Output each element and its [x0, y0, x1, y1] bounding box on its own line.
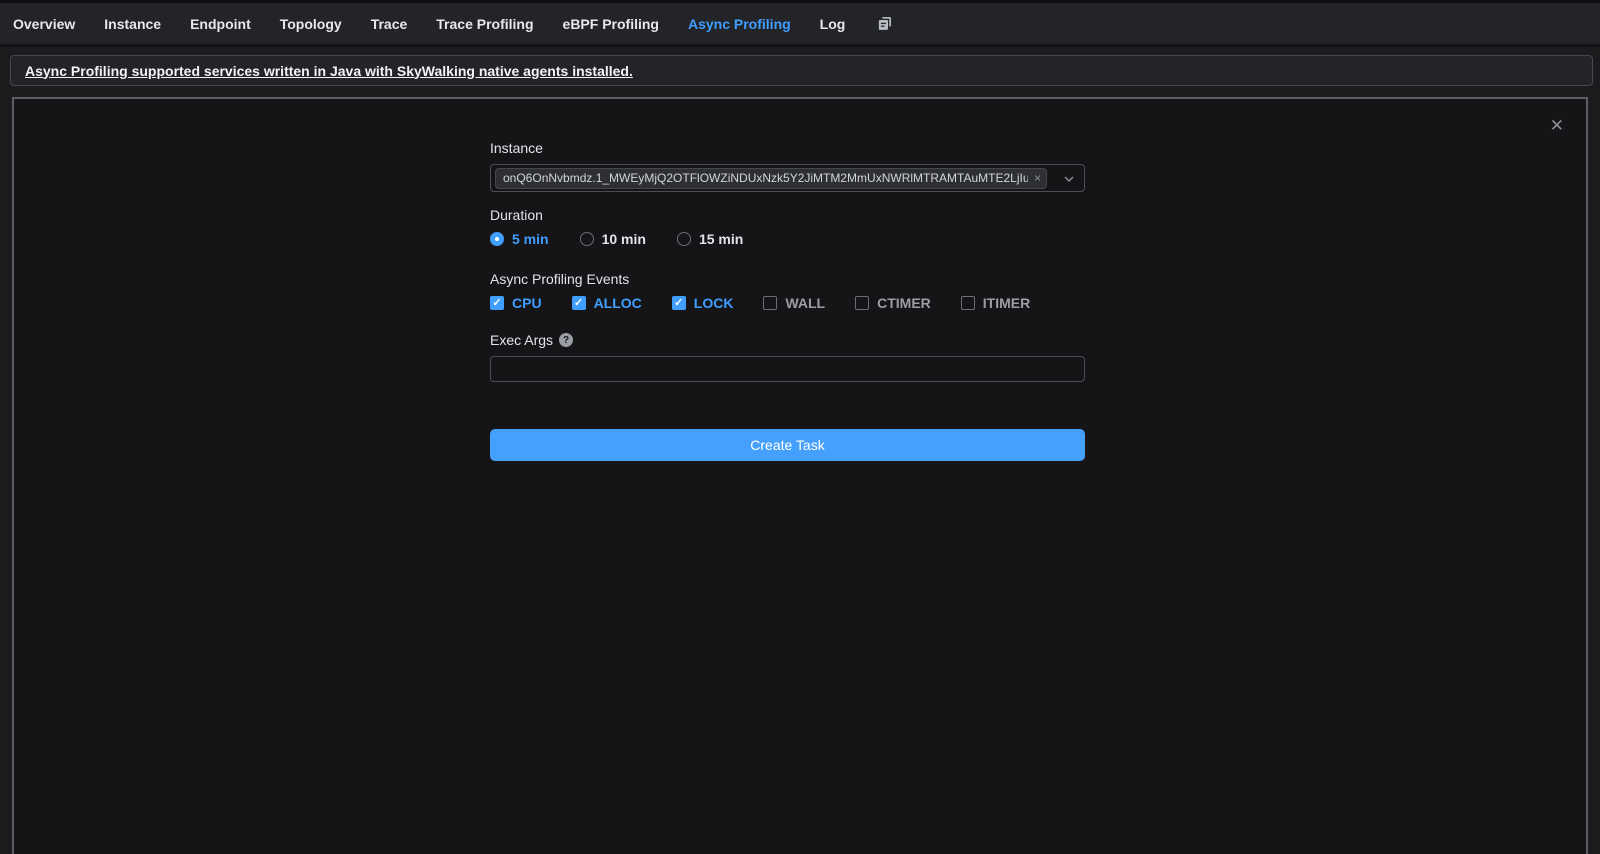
- duration-label: Duration: [490, 207, 1085, 223]
- question-mark-icon[interactable]: ?: [559, 333, 573, 347]
- checkbox-itimer[interactable]: ITIMER: [961, 295, 1030, 311]
- checkbox-label: CTIMER: [877, 295, 931, 311]
- create-task-dialog: ✕ Instance onQ6OnNvbmdz.1_MWEyMjQ2OTFlOW…: [12, 97, 1588, 854]
- exec-args-label: Exec Args: [490, 332, 553, 348]
- radio-15min[interactable]: 15 min: [677, 231, 743, 247]
- checkbox-label: CPU: [512, 295, 542, 311]
- checkbox-icon: [672, 296, 686, 310]
- notice-banner: Async Profiling supported services writt…: [10, 55, 1593, 86]
- radio-label: 5 min: [512, 231, 549, 247]
- tab-overview[interactable]: Overview: [13, 16, 75, 32]
- instance-tag-label: onQ6OnNvbmdz.1_MWEyMjQ2OTFlOWZiNDUxNzk5Y…: [503, 171, 1028, 185]
- tab-async-profiling[interactable]: Async Profiling: [688, 16, 791, 32]
- exec-args-label-row: Exec Args ?: [490, 332, 1085, 348]
- checkbox-cpu[interactable]: CPU: [490, 295, 542, 311]
- radio-circle-icon: [677, 232, 691, 246]
- instance-tag: onQ6OnNvbmdz.1_MWEyMjQ2OTFlOWZiNDUxNzk5Y…: [495, 168, 1047, 189]
- top-nav: Overview Instance Endpoint Topology Trac…: [0, 0, 1600, 47]
- create-task-button[interactable]: Create Task: [490, 429, 1085, 461]
- instance-select[interactable]: onQ6OnNvbmdz.1_MWEyMjQ2OTFlOWZiNDUxNzk5Y…: [490, 164, 1085, 192]
- copy-document-icon[interactable]: [876, 15, 893, 32]
- close-icon[interactable]: ✕: [1550, 117, 1564, 134]
- chevron-down-icon: [1063, 173, 1075, 185]
- checkbox-label: WALL: [785, 295, 825, 311]
- radio-label: 15 min: [699, 231, 743, 247]
- tab-topology[interactable]: Topology: [280, 16, 342, 32]
- tab-trace[interactable]: Trace: [371, 16, 408, 32]
- radio-label: 10 min: [602, 231, 646, 247]
- radio-circle-icon: [490, 232, 504, 246]
- tab-instance[interactable]: Instance: [104, 16, 161, 32]
- checkbox-ctimer[interactable]: CTIMER: [855, 295, 931, 311]
- tab-ebpf-profiling[interactable]: eBPF Profiling: [563, 16, 659, 32]
- checkbox-alloc[interactable]: ALLOC: [572, 295, 642, 311]
- checkbox-lock[interactable]: LOCK: [672, 295, 734, 311]
- checkbox-icon: [961, 296, 975, 310]
- radio-5min[interactable]: 5 min: [490, 231, 549, 247]
- checkbox-label: ITIMER: [983, 295, 1030, 311]
- radio-circle-icon: [580, 232, 594, 246]
- notice-link[interactable]: Async Profiling supported services writt…: [25, 63, 633, 79]
- checkbox-icon: [855, 296, 869, 310]
- checkbox-label: LOCK: [694, 295, 734, 311]
- radio-10min[interactable]: 10 min: [580, 231, 646, 247]
- tab-trace-profiling[interactable]: Trace Profiling: [436, 16, 533, 32]
- duration-radio-group: 5 min 10 min 15 min: [490, 231, 1085, 247]
- create-task-form: Instance onQ6OnNvbmdz.1_MWEyMjQ2OTFlOWZi…: [490, 99, 1085, 461]
- tag-close-icon[interactable]: ×: [1034, 172, 1041, 184]
- instance-label: Instance: [490, 140, 1085, 156]
- tab-endpoint[interactable]: Endpoint: [190, 16, 251, 32]
- events-checkbox-group: CPU ALLOC LOCK WALL CTIMER ITIMER: [490, 295, 1085, 311]
- checkbox-icon: [763, 296, 777, 310]
- checkbox-wall[interactable]: WALL: [763, 295, 825, 311]
- checkbox-label: ALLOC: [594, 295, 642, 311]
- checkbox-icon: [490, 296, 504, 310]
- checkbox-icon: [572, 296, 586, 310]
- events-label: Async Profiling Events: [490, 271, 1085, 287]
- exec-args-input[interactable]: [490, 356, 1085, 382]
- tab-log[interactable]: Log: [820, 16, 846, 32]
